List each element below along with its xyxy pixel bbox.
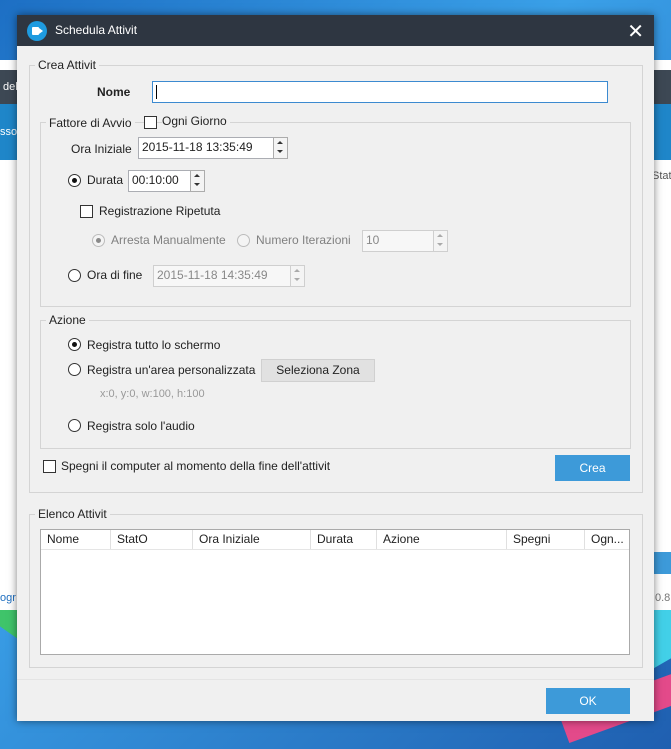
ora-iniziale-spinner[interactable] — [273, 137, 288, 159]
column-header-nome[interactable]: Nome — [41, 530, 111, 549]
fattore-avvio-legend: Fattore di Avvio — [46, 116, 135, 130]
dialog-title: Schedula Attivit — [55, 23, 138, 37]
ora-iniziale-input[interactable]: 2015-11-18 13:35:49 — [138, 137, 275, 159]
column-header-ogni[interactable]: Ogn... — [585, 530, 629, 549]
column-header-azione[interactable]: Azione — [377, 530, 507, 549]
background-text-stat: Stat — [652, 170, 671, 182]
spin-up-icon[interactable] — [191, 171, 204, 181]
arresta-manualmente-label: Arresta Manualmente — [111, 233, 226, 247]
spin-down-icon[interactable] — [434, 241, 447, 251]
background-text-del: del — [3, 81, 18, 93]
background-text-version: 0.8 — [655, 592, 671, 604]
nome-input[interactable] — [152, 81, 608, 103]
ora-di-fine-radio[interactable] — [68, 269, 81, 282]
registrazione-ripetuta-checkbox[interactable] — [80, 205, 93, 218]
spegni-label: Spegni il computer al momento della fine… — [61, 459, 331, 473]
registra-tutto-label: Registra tutto lo schermo — [87, 338, 221, 352]
column-header-durata[interactable]: Durata — [311, 530, 377, 549]
durata-spinner[interactable] — [190, 170, 205, 192]
durata-input[interactable]: 00:10:00 — [128, 170, 191, 192]
spin-up-icon[interactable] — [291, 266, 304, 276]
background-app-button — [652, 552, 671, 574]
ok-button[interactable]: OK — [546, 688, 630, 714]
area-coordinates: x:0, y:0, w:100, h:100 — [100, 388, 205, 400]
registra-area-label: Registra un'area personalizzata — [87, 363, 256, 377]
ogni-giorno-label: Ogni Giorno — [162, 114, 230, 128]
registra-area-radio[interactable] — [68, 363, 81, 376]
crea-attivita-legend: Crea Attivit — [35, 58, 100, 72]
elenco-attivita-legend: Elenco Attivit — [35, 507, 110, 521]
ogni-giorno-checkbox[interactable] — [144, 116, 157, 129]
background-text-sso: sso — [0, 126, 18, 138]
schedule-dialog: Schedula Attivit ✕ Crea Attivit Nome Fat… — [17, 15, 654, 721]
nome-label: Nome — [97, 85, 131, 99]
registra-audio-radio[interactable] — [68, 419, 81, 432]
spegni-checkbox[interactable] — [43, 460, 56, 473]
task-list-table[interactable]: Nome StatO Ora Iniziale Durata Azione Sp… — [40, 529, 630, 655]
ora-di-fine-label: Ora di fine — [87, 268, 143, 282]
spin-down-icon[interactable] — [191, 181, 204, 191]
spin-down-icon[interactable] — [274, 148, 287, 158]
crea-button[interactable]: Crea — [555, 455, 630, 481]
seleziona-zona-button[interactable]: Seleziona Zona — [261, 359, 375, 382]
registra-audio-label: Registra solo l'audio — [87, 419, 195, 433]
arresta-manualmente-radio[interactable] — [92, 234, 105, 247]
numero-iterazioni-spinner[interactable] — [433, 230, 448, 252]
column-header-spegni[interactable]: Spegni — [507, 530, 585, 549]
column-header-stato[interactable]: StatO — [111, 530, 193, 549]
spin-up-icon[interactable] — [434, 231, 447, 241]
column-header-ora-iniziale[interactable]: Ora Iniziale — [193, 530, 311, 549]
registrazione-ripetuta-label: Registrazione Ripetuta — [99, 204, 221, 218]
ora-di-fine-input[interactable]: 2015-11-18 14:35:49 — [153, 265, 291, 287]
durata-radio[interactable] — [68, 174, 81, 187]
video-camera-icon — [27, 21, 47, 41]
dialog-titlebar: Schedula Attivit ✕ — [17, 15, 654, 46]
spin-down-icon[interactable] — [291, 276, 304, 286]
durata-label: Durata — [87, 173, 124, 187]
numero-iterazioni-input[interactable]: 10 — [362, 230, 434, 252]
spin-up-icon[interactable] — [274, 138, 287, 148]
ora-di-fine-spinner[interactable] — [290, 265, 305, 287]
numero-iterazioni-label: Numero Iterazioni — [256, 233, 351, 247]
registra-tutto-radio[interactable] — [68, 338, 81, 351]
close-icon[interactable]: ✕ — [627, 19, 644, 44]
ora-iniziale-label: Ora Iniziale — [71, 142, 132, 156]
text-cursor — [156, 85, 157, 99]
bottom-separator — [17, 679, 654, 680]
numero-iterazioni-radio[interactable] — [237, 234, 250, 247]
background-text-ogr: ogr — [0, 592, 16, 604]
azione-legend: Azione — [46, 313, 89, 327]
